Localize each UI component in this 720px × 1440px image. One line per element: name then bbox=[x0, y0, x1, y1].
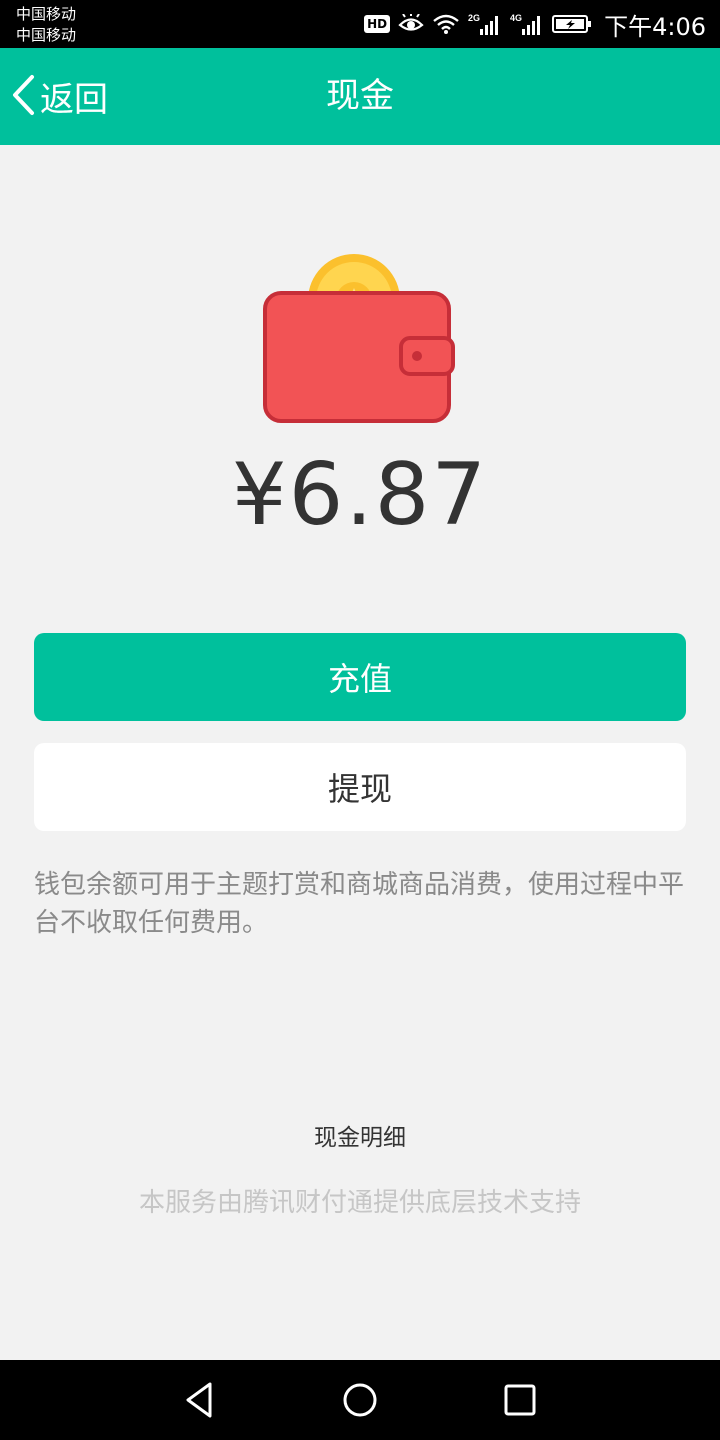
network-4g-label: 4G bbox=[510, 13, 522, 23]
withdraw-label: 提现 bbox=[327, 770, 392, 808]
wifi-icon bbox=[432, 13, 460, 35]
withdraw-button[interactable]: 提现 bbox=[34, 743, 686, 831]
back-button[interactable]: 返回 bbox=[10, 48, 108, 145]
carrier-info: 中国移动 中国移动 bbox=[16, 4, 76, 46]
app-bar: 返回 现金 bbox=[0, 48, 720, 145]
hd-icon: HD bbox=[364, 15, 391, 33]
back-label: 返回 bbox=[40, 80, 108, 120]
status-bar: 中国移动 中国移动 HD 2G 4G 下午4:06 bbox=[0, 0, 720, 48]
chevron-left-icon bbox=[10, 74, 36, 120]
service-provider-note: 本服务由腾讯财付通提供底层技术支持 bbox=[138, 1188, 581, 1218]
cash-detail-link[interactable]: 现金明细 bbox=[0, 1118, 720, 1152]
wallet-info-text: 钱包余额可用于主题打赏和商城商品消费，使用过程中平台不收取任何费用。 bbox=[34, 870, 685, 938]
recent-square-icon[interactable] bbox=[498, 1378, 542, 1422]
battery-charging-icon bbox=[552, 14, 592, 34]
back-triangle-icon[interactable] bbox=[178, 1378, 222, 1422]
status-icons: HD 2G 4G 下午4:06 bbox=[364, 0, 706, 48]
eye-icon bbox=[398, 14, 424, 34]
home-circle-icon[interactable] bbox=[338, 1378, 382, 1422]
recharge-label: 充值 bbox=[327, 660, 392, 698]
carrier-2: 中国移动 bbox=[16, 26, 77, 44]
wallet-coin-icon bbox=[255, 250, 465, 430]
recharge-button[interactable]: 充值 bbox=[34, 633, 686, 721]
balance-amount: ¥6.87 bbox=[231, 445, 489, 545]
signal-2g-icon: 2G bbox=[468, 12, 502, 36]
carrier-1: 中国移动 bbox=[16, 5, 77, 23]
signal-4g-icon: 4G bbox=[510, 12, 544, 36]
system-nav-bar bbox=[0, 1360, 720, 1440]
page-title: 现金 bbox=[326, 76, 394, 116]
status-time: 下午4:06 bbox=[604, 12, 706, 41]
network-2g-label: 2G bbox=[468, 13, 480, 23]
